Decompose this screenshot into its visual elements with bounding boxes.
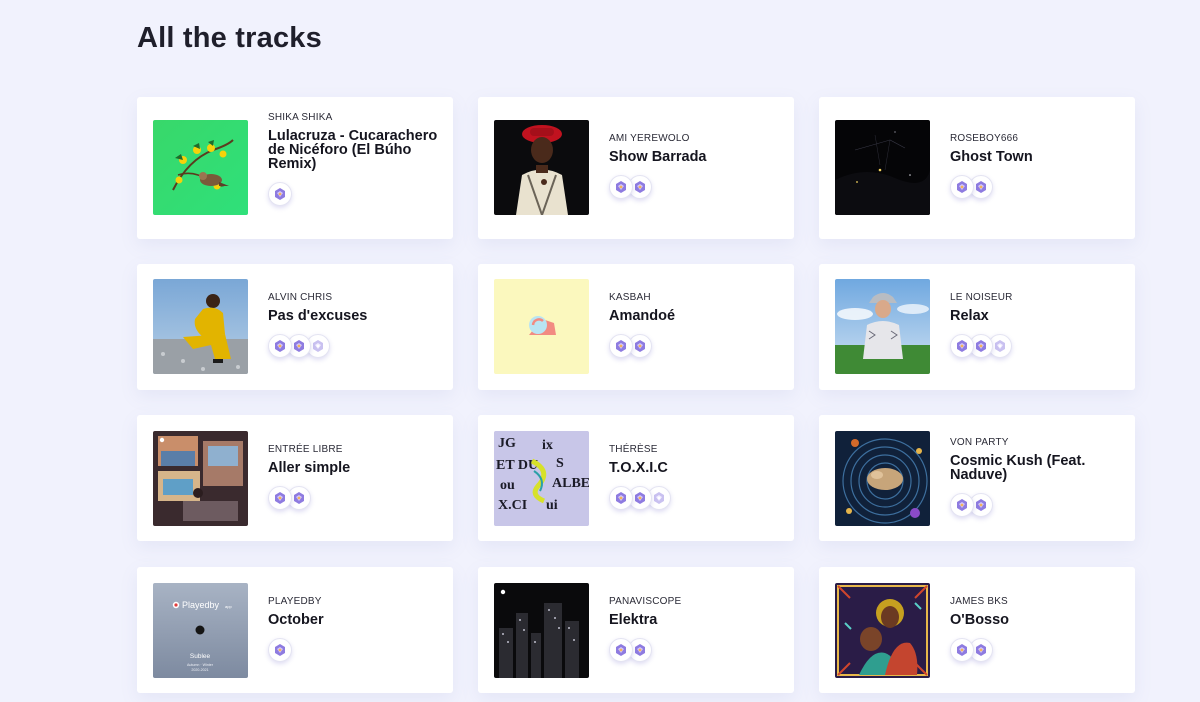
track-cover[interactable] xyxy=(494,583,589,678)
track-card[interactable]: SHIKA SHIKA Lulacruza - Cucarachero de Ni… xyxy=(137,97,453,239)
curator-badge-icon[interactable] xyxy=(609,175,633,199)
svg-text:ui: ui xyxy=(546,498,558,513)
track-cover[interactable]: JG ix ET DU S ou ALBE X.CI ui xyxy=(494,431,589,526)
curator-badge-icon[interactable] xyxy=(268,334,292,358)
track-artist[interactable]: LE NOISEUR xyxy=(950,292,1121,304)
svg-text:ET DU: ET DU xyxy=(496,458,538,473)
curator-badge-icon[interactable] xyxy=(950,334,974,358)
track-title[interactable]: Pas d'excuses xyxy=(268,309,439,324)
curator-badge-icon[interactable] xyxy=(950,493,974,517)
track-artist[interactable]: AMI YEREWOLO xyxy=(609,133,780,145)
curator-badge-icon[interactable] xyxy=(950,638,974,662)
curator-badges xyxy=(950,638,1121,662)
svg-text:ALBE: ALBE xyxy=(552,476,589,491)
svg-text:app: app xyxy=(225,604,232,609)
track-card[interactable]: KASBAH Amandoé xyxy=(478,264,794,390)
track-title[interactable]: Cosmic Kush (Feat. Naduve) xyxy=(950,454,1121,483)
track-artist[interactable]: THÉRÈSE xyxy=(609,444,780,456)
track-card[interactable]: ALVIN CHRIS Pas d'excuses xyxy=(137,264,453,390)
track-artist[interactable]: PLAYEDBY xyxy=(268,596,439,608)
curator-badge-icon[interactable] xyxy=(268,182,292,206)
curator-badges xyxy=(268,638,439,662)
curator-badges xyxy=(609,486,780,510)
track-title[interactable]: Amandoé xyxy=(609,309,780,324)
track-artist[interactable]: SHIKA SHIKA xyxy=(268,112,439,124)
curator-badges xyxy=(268,486,439,510)
track-artist[interactable]: ALVIN CHRIS xyxy=(268,292,439,304)
track-card[interactable]: JAMES BKS O'Bosso xyxy=(819,567,1135,693)
curator-badges xyxy=(268,334,439,358)
track-title[interactable]: Relax xyxy=(950,309,1121,324)
curator-badges xyxy=(950,334,1121,358)
svg-text:ou: ou xyxy=(500,478,515,493)
track-cover[interactable] xyxy=(494,120,589,215)
svg-text:JG: JG xyxy=(498,436,516,451)
track-card[interactable]: ROSEBOY666 Ghost Town xyxy=(819,97,1135,239)
track-artist[interactable]: JAMES BKS xyxy=(950,596,1121,608)
track-cover[interactable] xyxy=(153,431,248,526)
curator-badge-icon[interactable] xyxy=(609,638,633,662)
curator-badge-icon[interactable] xyxy=(268,486,292,510)
track-artist[interactable]: VON PARTY xyxy=(950,437,1121,449)
track-card[interactable]: Playedby app Sublee Autumn · Winter 2020… xyxy=(137,567,453,693)
track-card[interactable]: JG ix ET DU S ou ALBE X.CI ui THÉRÈSE T.O.X.I… xyxy=(478,415,794,541)
svg-text:Sublee: Sublee xyxy=(190,653,211,660)
track-title[interactable]: Ghost Town xyxy=(950,150,1121,165)
track-cover[interactable] xyxy=(835,279,930,374)
track-artist[interactable]: ROSEBOY666 xyxy=(950,133,1121,145)
track-title[interactable]: Elektra xyxy=(609,613,780,628)
track-title[interactable]: Lulacruza - Cucarachero de Nicéforo (El … xyxy=(268,129,439,172)
track-cover[interactable] xyxy=(153,120,248,215)
track-card[interactable]: AMI YEREWOLO Show Barrada xyxy=(478,97,794,239)
svg-text:S: S xyxy=(556,456,564,471)
track-artist[interactable]: ENTRÉE LIBRE xyxy=(268,444,439,456)
curator-badge-icon[interactable] xyxy=(268,638,292,662)
svg-text:2020-2021: 2020-2021 xyxy=(191,668,208,672)
track-artist[interactable]: PANAVISCOPE xyxy=(609,596,780,608)
track-cover[interactable] xyxy=(835,583,930,678)
svg-text:ix: ix xyxy=(542,438,553,453)
track-cover[interactable]: Playedby app Sublee Autumn · Winter 2020… xyxy=(153,583,248,678)
track-card[interactable]: PANAVISCOPE Elektra xyxy=(478,567,794,693)
curator-badges xyxy=(950,175,1121,199)
track-card[interactable]: VON PARTY Cosmic Kush (Feat. Naduve) xyxy=(819,415,1135,541)
track-title[interactable]: Aller simple xyxy=(268,461,439,476)
track-card[interactable]: LE NOISEUR Relax xyxy=(819,264,1135,390)
track-title[interactable]: T.O.X.I.C xyxy=(609,461,780,476)
track-title[interactable]: October xyxy=(268,613,439,628)
track-artist[interactable]: KASBAH xyxy=(609,292,780,304)
svg-text:Playedby: Playedby xyxy=(182,600,220,610)
track-cover[interactable] xyxy=(494,279,589,374)
tracks-grid: SHIKA SHIKA Lulacruza - Cucarachero de Ni… xyxy=(0,0,1200,702)
svg-text:Autumn · Winter: Autumn · Winter xyxy=(187,663,214,667)
curator-badges xyxy=(609,334,780,358)
curator-badge-icon[interactable] xyxy=(950,175,974,199)
track-card[interactable]: ENTRÉE LIBRE Aller simple xyxy=(137,415,453,541)
track-cover[interactable] xyxy=(835,120,930,215)
track-title[interactable]: Show Barrada xyxy=(609,150,780,165)
track-cover[interactable] xyxy=(153,279,248,374)
curator-badges xyxy=(609,175,780,199)
track-title[interactable]: O'Bosso xyxy=(950,613,1121,628)
curator-badges xyxy=(950,493,1121,517)
track-cover[interactable] xyxy=(835,431,930,526)
svg-text:X.CI: X.CI xyxy=(498,498,527,513)
curator-badges xyxy=(268,182,439,206)
curator-badge-icon[interactable] xyxy=(609,334,633,358)
curator-badge-icon[interactable] xyxy=(609,486,633,510)
curator-badges xyxy=(609,638,780,662)
